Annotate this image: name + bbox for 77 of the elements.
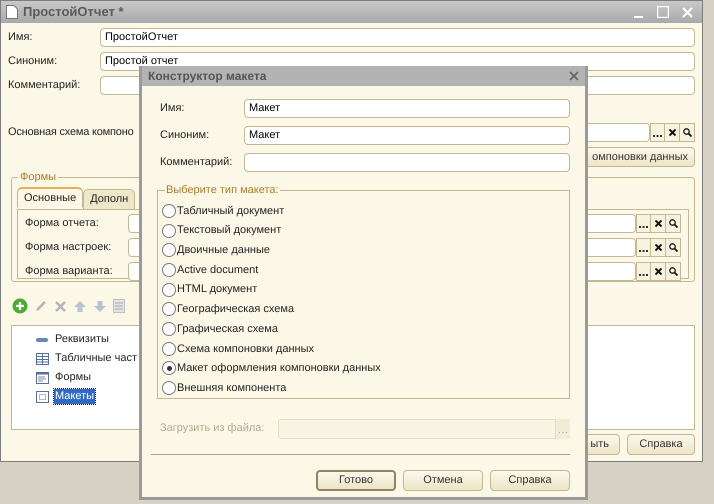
clear-button[interactable]	[651, 238, 666, 257]
radio-button[interactable]	[162, 302, 176, 316]
group-legend: Выберите тип макета:	[165, 183, 280, 197]
search-button[interactable]	[680, 123, 695, 142]
radio-label[interactable]: Схема компоновки данных	[177, 340, 314, 358]
radio-button[interactable]	[162, 224, 176, 238]
clear-button[interactable]	[651, 262, 666, 281]
close-icon[interactable]	[569, 71, 579, 81]
close-icon	[668, 129, 676, 136]
field-label: Комментарий:	[8, 78, 82, 94]
field-label: Форма варианта:	[25, 264, 114, 280]
input-field[interactable]: ПростойОтчет	[100, 28, 695, 47]
field-label: Синоним:	[160, 128, 210, 144]
field-label: Комментарий:	[160, 155, 234, 170]
radio-label[interactable]: Текстовый документ	[177, 222, 282, 239]
radio-button[interactable]	[162, 204, 176, 218]
radio-label[interactable]: Географическая схема	[177, 301, 294, 318]
clear-button[interactable]	[651, 214, 666, 233]
choose-button[interactable]	[650, 123, 665, 142]
tab[interactable]: Дополн	[83, 189, 136, 210]
window-title: ПростойОтчет *	[23, 3, 124, 22]
search-button[interactable]	[666, 238, 681, 257]
radio-label[interactable]: Макет оформления компоновки данных	[177, 360, 381, 377]
dash-icon	[36, 338, 48, 342]
radio-label[interactable]: Табличный документ	[177, 202, 284, 220]
field-label: Форма отчета:	[25, 216, 100, 232]
group-legend: Формы	[18, 170, 58, 184]
choose-button[interactable]	[636, 238, 651, 257]
field-label: Синоним:	[8, 54, 58, 70]
file-field[interactable]	[278, 418, 556, 438]
table-icon	[36, 352, 49, 364]
tree-item[interactable]: Реквизиты	[54, 332, 110, 347]
dialog-title: Конструктор макета	[148, 68, 266, 85]
field-label: Загрузить из файла:	[160, 421, 266, 436]
field-label: Имя:	[160, 101, 186, 116]
radio-button[interactable]	[162, 322, 176, 336]
tree-item[interactable]: Формы	[54, 370, 92, 385]
radio-button[interactable]	[162, 381, 176, 396]
close-icon	[654, 244, 662, 251]
search-icon	[682, 128, 692, 137]
radio-label[interactable]: Active document	[177, 262, 258, 278]
search-button[interactable]	[666, 262, 681, 281]
close-icon	[654, 268, 662, 275]
dialog-button[interactable]: Справка	[490, 470, 570, 491]
tab[interactable]: Основные	[17, 187, 84, 208]
radio-label[interactable]: Графическая схема	[177, 320, 278, 338]
form-icon	[36, 372, 49, 384]
radio-button[interactable]	[162, 243, 176, 258]
close-icon	[654, 220, 662, 227]
radio-button[interactable]	[162, 262, 176, 277]
radio-label[interactable]: HTML документ	[177, 281, 258, 298]
document-icon	[6, 5, 18, 19]
input-field[interactable]: Макет	[244, 99, 570, 118]
tree-item[interactable]: Макеты	[54, 389, 96, 404]
radio-button[interactable]	[162, 342, 176, 356]
add-icon[interactable]	[12, 298, 28, 314]
field-label: Форма настроек:	[25, 240, 112, 256]
choose-button[interactable]	[636, 262, 651, 281]
search-icon	[668, 267, 678, 276]
radio-button[interactable]	[162, 282, 176, 297]
help-button[interactable]: Справка	[627, 434, 695, 455]
radio-label[interactable]: Двоичные данные	[177, 242, 270, 258]
input-field[interactable]	[244, 153, 570, 172]
field-label: Имя:	[8, 30, 34, 46]
radio-button[interactable]	[162, 361, 176, 376]
search-button[interactable]	[666, 214, 681, 233]
dialog-button[interactable]: Готово	[316, 470, 396, 491]
search-icon	[668, 219, 678, 228]
input-field[interactable]: Макет	[244, 126, 570, 145]
dialog-button[interactable]: Отмена	[403, 470, 483, 491]
radio-label[interactable]: Внешняя компонента	[177, 380, 286, 396]
search-icon	[668, 243, 678, 252]
template-icon	[36, 390, 49, 402]
clear-button[interactable]	[665, 123, 680, 142]
tree-item[interactable]: Табличные част	[54, 351, 138, 366]
field-label: Основная схема компоно	[8, 125, 134, 140]
choose-button[interactable]	[636, 214, 651, 233]
